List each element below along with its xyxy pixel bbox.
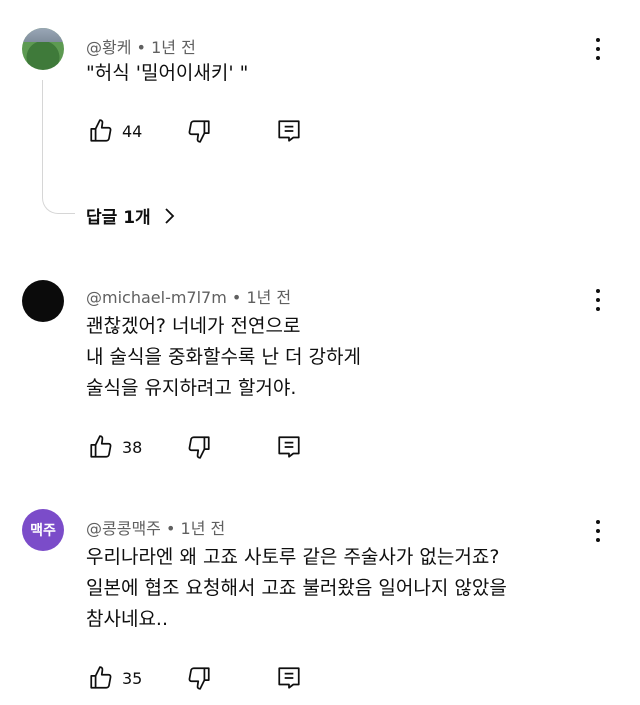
comment-meta: @콩콩맥주 • 1년 전 bbox=[86, 515, 225, 539]
replies-toggle[interactable]: 답글 1개 bbox=[86, 203, 175, 228]
like-count: 38 bbox=[122, 437, 143, 457]
reply-icon bbox=[278, 436, 300, 458]
avatar[interactable] bbox=[22, 280, 64, 322]
dislike-button[interactable] bbox=[186, 433, 212, 461]
thumb-up-icon bbox=[90, 435, 112, 458]
dislike-button[interactable] bbox=[186, 117, 212, 145]
reply-thread-line bbox=[42, 80, 75, 214]
replies-label: 답글 1개 bbox=[86, 208, 151, 228]
meta-separator: • bbox=[136, 38, 152, 57]
comment-meta: @황케 • 1년 전 bbox=[86, 34, 196, 58]
avatar[interactable] bbox=[22, 28, 64, 70]
comment-meta: @michael-m7l7m • 1년 전 bbox=[86, 284, 291, 308]
thumb-down-icon bbox=[188, 667, 210, 690]
more-vert-icon[interactable] bbox=[591, 520, 605, 542]
reply-icon bbox=[278, 120, 300, 142]
avatar-initials: 맥주 bbox=[30, 523, 56, 539]
comment-text: 우리나라엔 왜 고죠 사토루 같은 주술사가 없는거죠? 일본에 협조 요청해서… bbox=[86, 546, 507, 630]
thumb-up-icon bbox=[90, 119, 112, 142]
reply-button[interactable] bbox=[276, 664, 302, 692]
comment-time[interactable]: 1년 전 bbox=[246, 288, 291, 307]
meta-separator: • bbox=[165, 519, 181, 538]
avatar[interactable]: 맥주 bbox=[22, 509, 64, 551]
comment-time[interactable]: 1년 전 bbox=[181, 519, 226, 538]
more-vert-icon[interactable] bbox=[591, 289, 605, 311]
comment-handle[interactable]: @황케 bbox=[86, 38, 131, 57]
chevron-right-icon bbox=[165, 207, 174, 224]
reply-button[interactable] bbox=[276, 433, 302, 461]
comment-text: "허식 '밀어이새키' " bbox=[86, 62, 249, 84]
comment-time[interactable]: 1년 전 bbox=[151, 38, 196, 57]
thumb-up-icon bbox=[90, 666, 112, 689]
like-count: 44 bbox=[122, 121, 143, 141]
like-count: 35 bbox=[122, 668, 143, 688]
comment-handle[interactable]: @michael-m7l7m bbox=[86, 288, 227, 307]
reply-button[interactable] bbox=[276, 117, 302, 145]
like-button[interactable]: 35 bbox=[88, 664, 142, 692]
thumb-down-icon bbox=[188, 436, 210, 459]
more-vert-icon[interactable] bbox=[591, 38, 605, 60]
comment-handle[interactable]: @콩콩맥주 bbox=[86, 519, 161, 538]
thumb-down-icon bbox=[188, 120, 210, 143]
comment-text: 괜찮겠어? 너네가 전연으로 내 술식을 중화할수록 난 더 강하게 술식을 유… bbox=[86, 315, 361, 399]
meta-separator: • bbox=[231, 288, 247, 307]
like-button[interactable]: 38 bbox=[88, 433, 142, 461]
like-button[interactable]: 44 bbox=[88, 117, 142, 145]
reply-icon bbox=[278, 667, 300, 689]
dislike-button[interactable] bbox=[186, 664, 212, 692]
